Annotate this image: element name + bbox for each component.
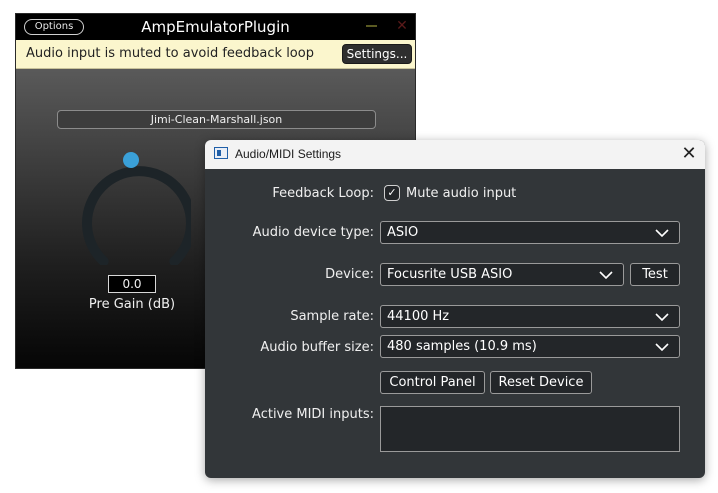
dialog-title: Audio/MIDI Settings <box>235 147 342 161</box>
sample-rate-value: 44100 Hz <box>387 309 450 324</box>
chevron-down-icon <box>655 229 669 237</box>
sample-rate-label: Sample rate: <box>290 309 374 324</box>
active-midi-inputs-list[interactable] <box>380 406 680 452</box>
plugin-titlebar: Options AmpEmulatorPlugin ✕ <box>16 14 415 40</box>
close-icon[interactable]: ✕ <box>678 144 700 164</box>
feedback-notice-text: Audio input is muted to avoid feedback l… <box>26 46 314 61</box>
buffer-size-label: Audio buffer size: <box>260 340 374 355</box>
checkmark-icon: ✓ <box>387 186 397 199</box>
control-panel-button[interactable]: Control Panel <box>380 371 485 394</box>
buffer-size-value: 480 samples (10.9 ms) <box>387 339 537 354</box>
active-midi-inputs-label: Active MIDI inputs: <box>252 407 374 422</box>
dialog-titlebar: Audio/MIDI Settings ✕ <box>205 140 705 169</box>
audio-device-type-select[interactable]: ASIO <box>380 221 680 244</box>
feedback-loop-label: Feedback Loop: <box>272 186 374 201</box>
feedback-notice-bar: Audio input is muted to avoid feedback l… <box>16 40 415 69</box>
reset-device-button[interactable]: Reset Device <box>490 371 592 394</box>
close-icon[interactable]: ✕ <box>395 17 409 35</box>
chevron-down-icon <box>655 343 669 351</box>
settings-button[interactable]: Settings... <box>342 44 412 64</box>
buffer-size-select[interactable]: 480 samples (10.9 ms) <box>380 335 680 358</box>
knob-track <box>82 166 191 265</box>
device-value: Focusrite USB ASIO <box>387 267 513 282</box>
audio-device-type-label: Audio device type: <box>252 225 374 240</box>
device-select[interactable]: Focusrite USB ASIO <box>380 263 624 286</box>
test-button[interactable]: Test <box>630 263 680 286</box>
app-icon <box>214 147 228 159</box>
mute-audio-input-checkbox[interactable]: ✓ <box>384 185 400 201</box>
sample-rate-select[interactable]: 44100 Hz <box>380 305 680 328</box>
audio-midi-settings-dialog: Audio/MIDI Settings ✕ Feedback Loop: ✓ M… <box>205 140 705 478</box>
chevron-down-icon <box>599 271 613 279</box>
mute-audio-input-label[interactable]: Mute audio input <box>406 186 516 202</box>
pre-gain-knob[interactable] <box>71 145 191 265</box>
device-label: Device: <box>325 267 374 282</box>
audio-device-type-value: ASIO <box>387 225 419 240</box>
preset-name-field[interactable]: Jimi-Clean-Marshall.json <box>57 110 376 129</box>
pre-gain-value[interactable]: 0.0 <box>108 275 156 293</box>
pre-gain-label: Pre Gain (dB) <box>88 297 176 312</box>
plugin-title: AmpEmulatorPlugin <box>141 18 290 36</box>
minimize-icon[interactable] <box>366 25 377 27</box>
knob-thumb <box>123 152 139 168</box>
chevron-down-icon <box>655 313 669 321</box>
